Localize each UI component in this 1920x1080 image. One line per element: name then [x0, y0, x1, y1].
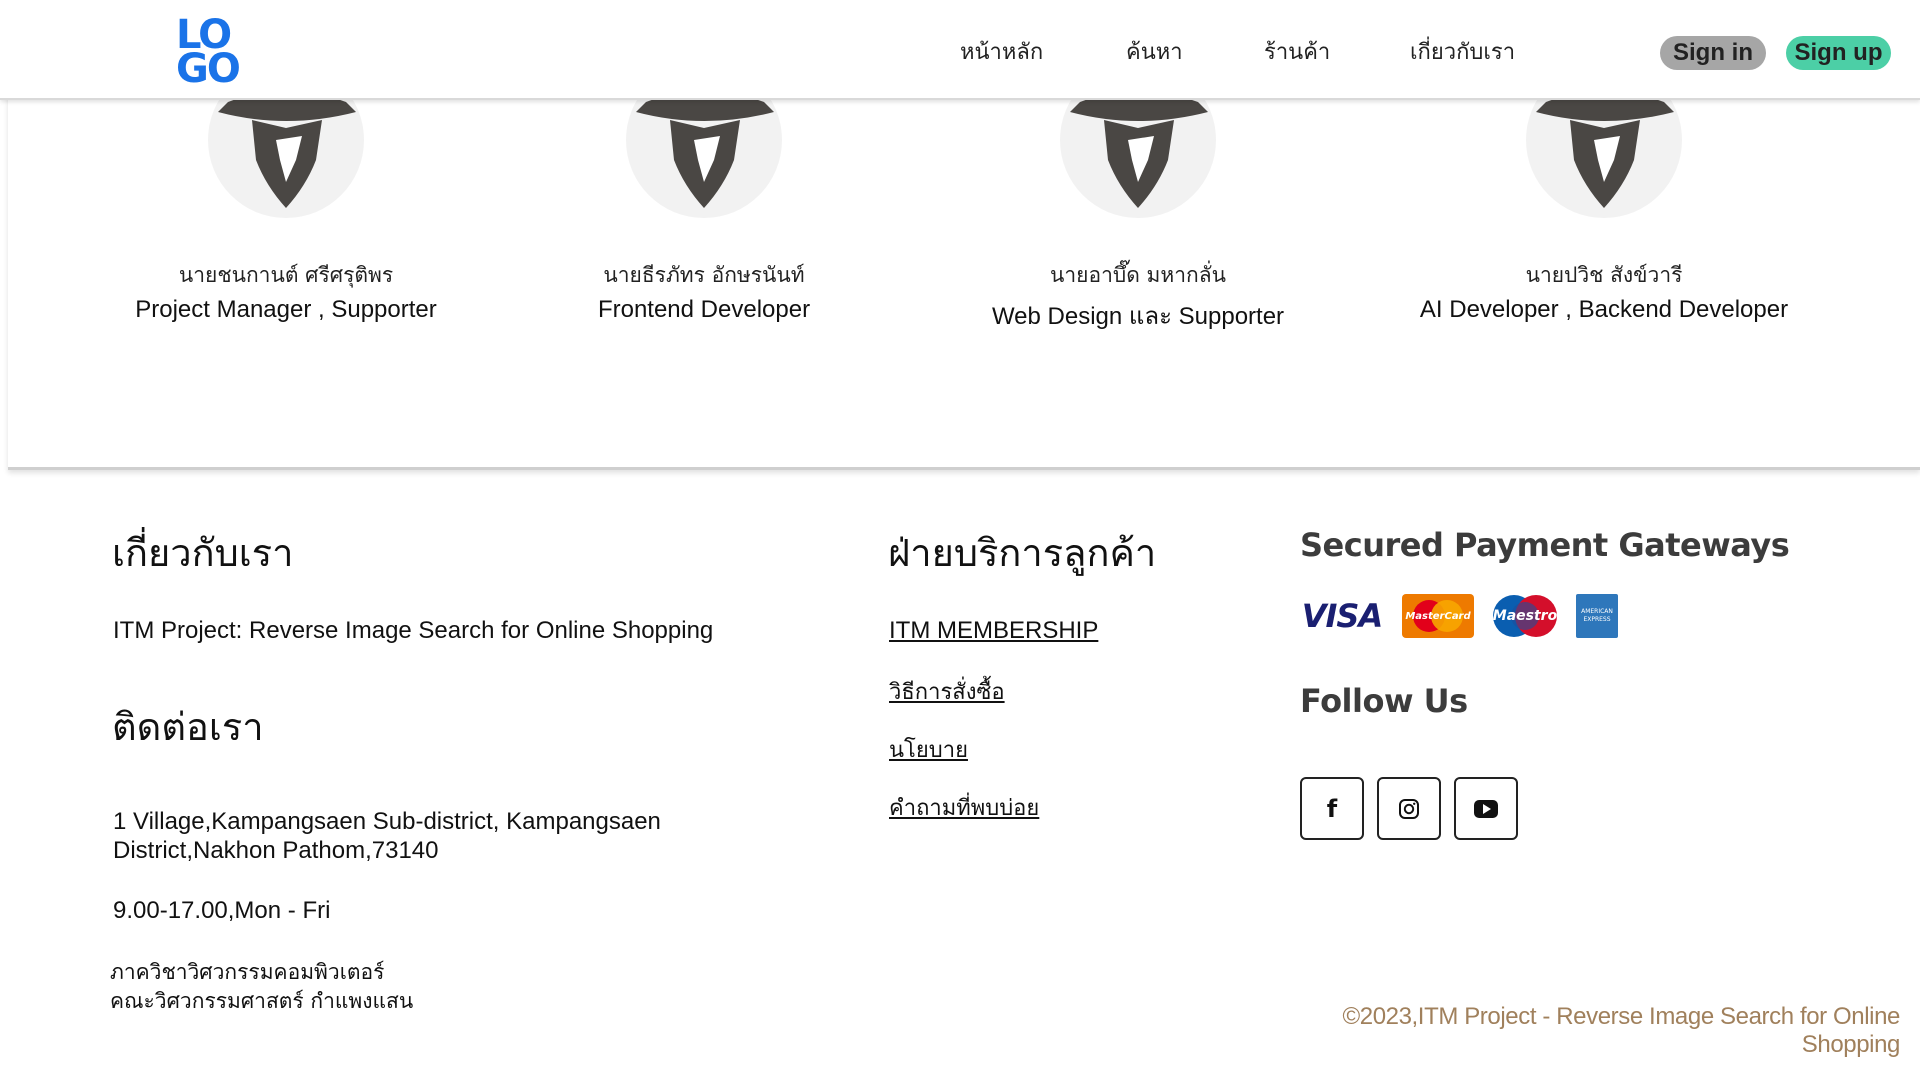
- main-nav: หน้าหลัก ค้นหา ร้านค้า เกี่ยวกับเรา: [0, 34, 1920, 66]
- team-member: นายธีรภัทร อักษรนันท์ Frontend Developer: [494, 62, 914, 324]
- instagram-icon: [1399, 798, 1419, 819]
- department-line-1: ภาควิชาวิศวกรรมคอมพิวเตอร์: [110, 960, 385, 984]
- copyright-text: ©2023,ITM Project - Reverse Image Search…: [1342, 1003, 1900, 1058]
- maestro-text: Maestro: [1492, 608, 1558, 624]
- follow-us-heading: Follow Us: [1300, 682, 1468, 720]
- spy-avatar-icon: [626, 62, 782, 218]
- link-faq[interactable]: คำถามที่พบบ่อย: [889, 790, 1039, 825]
- nav-search[interactable]: ค้นหา: [1126, 34, 1183, 69]
- youtube-icon: [1474, 799, 1498, 818]
- member-role: Frontend Developer: [597, 296, 811, 323]
- instagram-button[interactable]: [1377, 777, 1441, 840]
- department-line-2: คณะวิศวกรรมศาสตร์ กำแพงแสน: [110, 989, 414, 1013]
- link-policy[interactable]: นโยบาย: [889, 732, 968, 767]
- nav-home[interactable]: หน้าหลัก: [960, 34, 1043, 69]
- member-name: นายอาบึ๊ด มหากลั่น: [1050, 263, 1226, 287]
- spy-avatar-icon: [208, 62, 364, 218]
- top-navbar: LO GO หน้าหลัก ค้นหา ร้านค้า เกี่ยวกับเร…: [0, 0, 1920, 100]
- facebook-icon: f: [1326, 794, 1338, 823]
- address-line-1: 1 Village,Kampangsaen Sub-district, Kamp…: [113, 808, 661, 835]
- visa-text: VISA: [1301, 597, 1383, 635]
- amex-logo: AMERICAN EXPRESS: [1576, 594, 1618, 638]
- payment-gateways-heading: Secured Payment Gateways: [1300, 526, 1790, 564]
- sign-up-button[interactable]: Sign up: [1786, 36, 1891, 70]
- sign-in-button[interactable]: Sign in: [1660, 36, 1766, 70]
- team-member: นายปวิช สังข์วารี AI Developer , Backend…: [1394, 62, 1814, 324]
- team-member: นายชนกานต์ ศรีศรุติพร Project Manager , …: [76, 62, 496, 324]
- facebook-button[interactable]: f: [1300, 777, 1364, 840]
- contact-heading: ติดต่อเรา: [112, 705, 264, 749]
- member-name: นายปวิช สังข์วารี: [1525, 263, 1683, 287]
- nav-shop[interactable]: ร้านค้า: [1264, 34, 1330, 69]
- team-member: นายอาบึ๊ด มหากลั่น Web Design และ Suppor…: [928, 62, 1348, 335]
- team-section: นายชนกานต์ ศรีศรุติพร Project Manager , …: [8, 62, 1920, 470]
- visa-logo: VISA: [1300, 594, 1384, 638]
- maestro-logo: Maestro: [1488, 594, 1562, 638]
- member-role: AI Developer , Backend Developer: [1419, 296, 1789, 323]
- spy-avatar-icon: [1060, 62, 1216, 218]
- spy-avatar-icon: [1526, 62, 1682, 218]
- member-name: นายชนกานต์ ศรีศรุติพร: [178, 263, 394, 287]
- mastercard-text: MasterCard: [1405, 610, 1471, 622]
- link-how-to-order[interactable]: วิธีการสั่งซื้อ: [889, 674, 1005, 709]
- youtube-button[interactable]: [1454, 777, 1518, 840]
- about-heading: เกี่ยวกับเรา: [112, 531, 294, 575]
- nav-about[interactable]: เกี่ยวกับเรา: [1410, 34, 1515, 69]
- member-role: Project Manager , Supporter: [135, 296, 437, 323]
- amex-text: AMERICAN EXPRESS: [1581, 608, 1613, 623]
- member-name: นายธีรภัทร อักษรนันท์: [603, 263, 805, 287]
- member-role: Web Design และ Supporter: [991, 303, 1285, 330]
- opening-hours: 9.00-17.00,Mon - Fri: [113, 897, 331, 924]
- link-membership[interactable]: ITM MEMBERSHIP: [889, 617, 1098, 645]
- about-text: ITM Project: Reverse Image Search for On…: [113, 617, 714, 644]
- address-line-2: District,Nakhon Pathom,73140: [113, 837, 439, 864]
- mastercard-logo: MasterCard: [1402, 594, 1474, 638]
- customer-service-heading: ฝ่ายบริการลูกค้า: [888, 531, 1157, 575]
- department-info: ภาควิชาวิศวกรรมคอมพิวเตอร์ คณะวิศวกรรมศา…: [110, 958, 413, 1016]
